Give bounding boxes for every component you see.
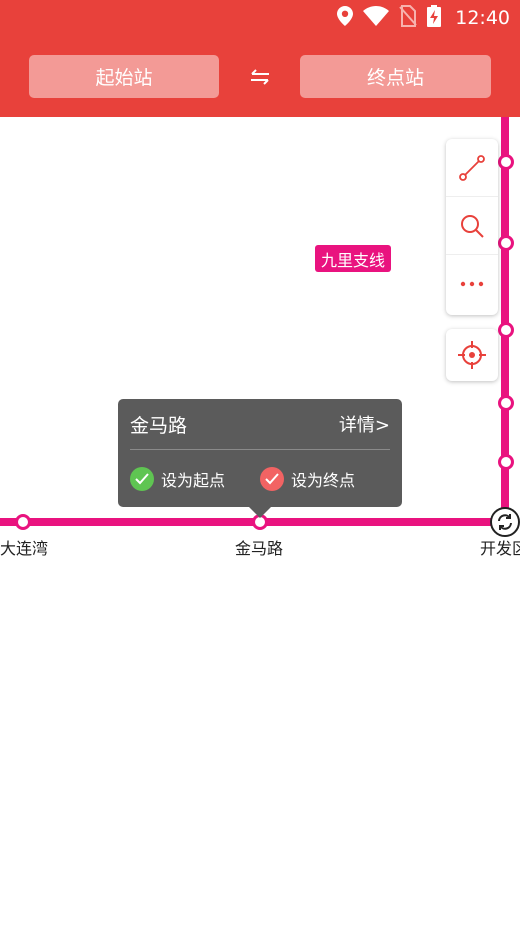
set-end-label: 设为终点 — [291, 471, 356, 490]
location-icon — [337, 6, 354, 30]
metro-map[interactable]: 大连湾 金马路 开发区 九里支线 — [0, 117, 520, 926]
station-marker[interactable] — [498, 454, 514, 470]
no-sim-icon — [399, 5, 417, 31]
station-label-dalianwan[interactable]: 大连湾 — [0, 535, 48, 559]
station-popup: 金马路 详情> 设为起点 设为终点 — [118, 399, 402, 518]
map-toolbox — [446, 139, 498, 315]
battery-charging-icon — [427, 5, 442, 31]
clock: 12:40 — [455, 7, 510, 29]
start-station-field[interactable]: 起始站 — [29, 55, 219, 98]
search-icon[interactable] — [446, 197, 498, 255]
station-marker-dalianwan[interactable] — [15, 514, 31, 530]
branch-line-tag[interactable]: 九里支线 — [315, 245, 392, 272]
station-label-jinmalu[interactable]: 金马路 — [235, 535, 283, 559]
set-start-label: 设为起点 — [161, 471, 226, 490]
app-header: 12:40 起始站 终点站 — [0, 0, 520, 117]
popup-station-name: 金马路 — [130, 415, 188, 437]
station-label-kaifaqu[interactable]: 开发区 — [480, 535, 520, 559]
check-icon — [130, 467, 154, 491]
set-end-button[interactable]: 设为终点 — [260, 467, 355, 491]
route-icon[interactable] — [446, 139, 498, 197]
station-detail-link[interactable]: 详情> — [339, 411, 390, 437]
station-marker[interactable] — [498, 322, 514, 338]
status-bar: 12:40 — [337, 4, 510, 32]
check-icon — [260, 467, 284, 491]
station-marker[interactable] — [498, 395, 514, 411]
transfer-station-icon[interactable] — [490, 507, 520, 537]
set-start-button[interactable]: 设为起点 — [130, 467, 225, 491]
station-marker[interactable] — [498, 154, 514, 170]
end-station-field[interactable]: 终点站 — [300, 55, 491, 98]
wifi-icon — [363, 6, 390, 30]
swap-icon[interactable] — [240, 58, 280, 96]
station-marker[interactable] — [498, 235, 514, 251]
popup-divider — [130, 449, 390, 450]
more-icon[interactable] — [446, 255, 498, 313]
locate-icon[interactable] — [446, 329, 498, 381]
